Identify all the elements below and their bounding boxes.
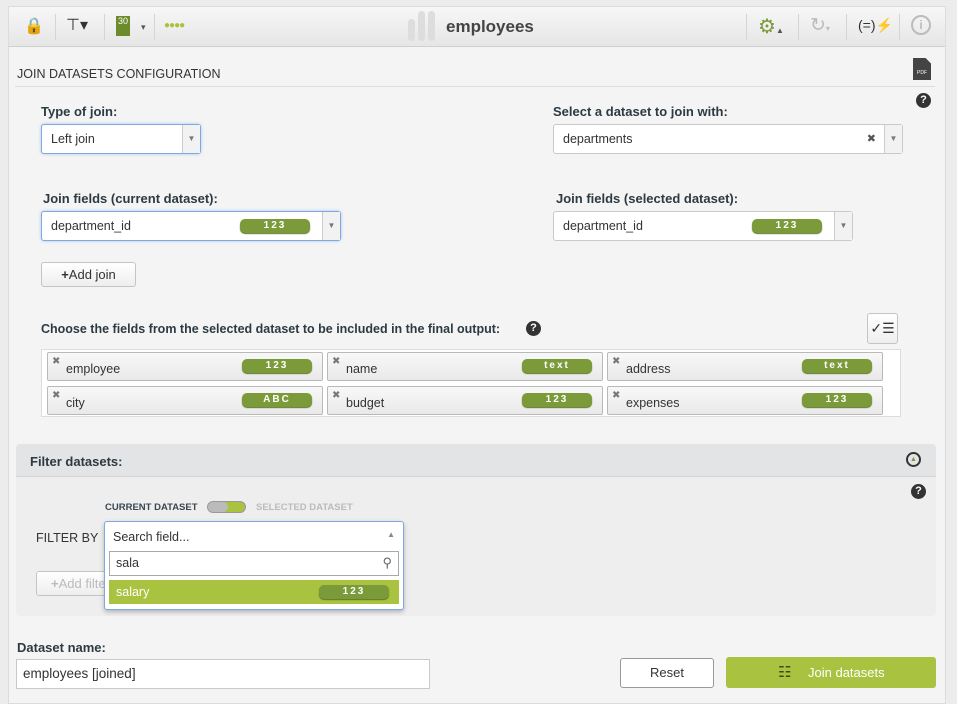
field-name: employee — [66, 362, 121, 376]
field-name: expenses — [626, 396, 680, 410]
reload-icon[interactable]: ↻▾ — [810, 14, 830, 37]
field-chip[interactable]: ✖ address text — [607, 352, 883, 381]
field-chip[interactable]: ✖ expenses 123 — [607, 386, 883, 415]
collapse-icon[interactable]: ▲ — [906, 452, 921, 467]
field-name: budget — [346, 396, 385, 410]
filter-title: Filter datasets: — [30, 454, 123, 469]
type-badge: 123 — [242, 359, 312, 373]
pdf-icon[interactable]: PDF — [913, 58, 931, 80]
section-title: JOIN DATASETS CONFIGURATION — [17, 67, 221, 81]
remove-icon[interactable]: ✖ — [612, 356, 620, 367]
dataset-select[interactable]: departments ✖ ▼ — [553, 124, 903, 154]
type-badge: text — [522, 359, 592, 373]
type-badge: 123 — [522, 393, 592, 407]
dataset-select-label: Select a dataset to join with: — [553, 104, 728, 119]
field-name: address — [626, 362, 671, 376]
remove-icon[interactable]: ✖ — [332, 356, 340, 367]
reset-button[interactable]: Reset — [620, 658, 714, 688]
field-chip[interactable]: ✖ name text — [327, 352, 603, 381]
dataset-tree-icon[interactable]: ⊤▾ — [66, 15, 88, 35]
join-current-select[interactable]: department_id 123 ▼ — [41, 211, 341, 241]
progress-dots-icon: ●●●● — [164, 20, 185, 31]
help-icon[interactable]: ? — [916, 93, 931, 108]
remove-icon[interactable]: ✖ — [332, 390, 340, 401]
dataset-name-input[interactable]: employees [joined] — [16, 659, 430, 689]
type-badge: 123 — [319, 585, 389, 599]
join-selected-select[interactable]: department_id 123 ▼ — [553, 211, 853, 241]
field-name: name — [346, 362, 378, 376]
info-icon[interactable]: i — [911, 15, 931, 35]
current-dataset-label: CURRENT DATASET — [105, 502, 198, 513]
dataset-title: employees — [446, 17, 534, 36]
type-badge: ABC — [242, 393, 312, 407]
remove-icon[interactable]: ✖ — [52, 356, 60, 367]
join-selected-label: Join fields (selected dataset): — [556, 191, 739, 206]
field-chip[interactable]: ✖ employee 123 — [47, 352, 323, 381]
field-name: city — [66, 396, 85, 410]
help-icon[interactable]: ? — [911, 484, 926, 499]
type-of-join-select[interactable]: Left join ▼ — [41, 124, 201, 154]
fields-label: Choose the fields from the selected data… — [41, 322, 501, 336]
search-field-placeholder: Search field... — [113, 530, 190, 544]
sample-icon[interactable]: 30 — [116, 16, 130, 36]
select-all-fields-button[interactable]: ✓☰ — [867, 313, 898, 344]
join-current-label: Join fields (current dataset): — [43, 191, 218, 206]
gear-icon[interactable]: ⚙▲ — [758, 14, 784, 39]
selected-dataset-label[interactable]: SELECTED DATASET — [256, 502, 353, 513]
dataset-name-label: Dataset name: — [17, 640, 106, 655]
type-badge: 123 — [752, 219, 822, 233]
formula-icon[interactable]: (=)⚡ — [858, 17, 893, 34]
type-badge: 123 — [802, 393, 872, 407]
type-of-join-label: Type of join: — [41, 104, 118, 119]
search-input[interactable]: sala ⚲ — [109, 551, 399, 576]
search-icon: ⚲ — [382, 555, 392, 570]
field-chip[interactable]: ✖ city ABC — [47, 386, 323, 415]
help-icon[interactable]: ? — [526, 321, 541, 336]
logo-bars-icon — [408, 11, 438, 41]
clear-icon[interactable]: ✖ — [867, 125, 876, 153]
join-icon: ☷ — [778, 664, 792, 681]
remove-icon[interactable]: ✖ — [612, 390, 620, 401]
filter-by-label: FILTER BY — [36, 531, 99, 545]
join-datasets-button[interactable]: ☷ Join datasets — [726, 657, 936, 688]
type-badge: 123 — [240, 219, 310, 233]
dropdown-option-salary[interactable]: salary 123 — [109, 580, 399, 604]
lock-icon[interactable]: 🔒 — [24, 16, 44, 36]
field-chip[interactable]: ✖ budget 123 — [327, 386, 603, 415]
dataset-toggle[interactable] — [207, 501, 246, 513]
add-join-button[interactable]: +Add join — [41, 262, 136, 287]
remove-icon[interactable]: ✖ — [52, 390, 60, 401]
field-search-dropdown[interactable]: Search field... ▲ sala ⚲ salary 123 — [104, 521, 404, 610]
type-badge: text — [802, 359, 872, 373]
